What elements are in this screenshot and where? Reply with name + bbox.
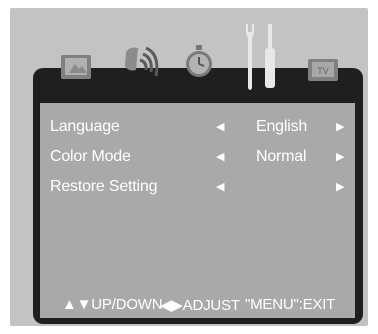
- tv-icon[interactable]: TV: [306, 55, 340, 90]
- color-mode-right-arrow-icon[interactable]: ▶: [336, 150, 344, 163]
- restore-setting-label: Restore Setting: [50, 178, 158, 195]
- svg-text:TV: TV: [317, 66, 329, 76]
- language-label: Language: [50, 118, 120, 135]
- sound-icon[interactable]: [120, 42, 162, 93]
- language-left-arrow-icon[interactable]: ◀: [216, 120, 224, 133]
- menu-row-language[interactable]: Language ◀ English ▶: [40, 115, 355, 139]
- restore-setting-left-arrow-icon[interactable]: ◀: [216, 180, 224, 193]
- color-mode-value: Normal: [256, 148, 307, 165]
- color-mode-left-arrow-icon[interactable]: ◀: [216, 150, 224, 163]
- color-mode-label: Color Mode: [50, 148, 131, 165]
- updown-hint: ▲▼UP/DOWN: [62, 296, 163, 313]
- clock-icon[interactable]: [182, 44, 216, 85]
- menu-row-restore-setting[interactable]: Restore Setting ◀ ▶: [40, 175, 355, 199]
- adjust-hint: ◀▶ADJUST: [160, 297, 240, 314]
- language-value: English: [256, 118, 308, 135]
- menu-exit-hint: "MENU":EXIT: [245, 296, 336, 313]
- picture-icon[interactable]: [58, 48, 96, 87]
- tools-icon[interactable]: [238, 22, 286, 97]
- restore-setting-right-arrow-icon[interactable]: ▶: [336, 180, 344, 193]
- category-icon-bar: TV: [0, 0, 378, 110]
- language-right-arrow-icon[interactable]: ▶: [336, 120, 344, 133]
- menu-row-color-mode[interactable]: Color Mode ◀ Normal ▶: [40, 145, 355, 169]
- footer-help-bar: ▲▼UP/DOWN ◀▶ADJUST "MENU":EXIT: [40, 296, 355, 316]
